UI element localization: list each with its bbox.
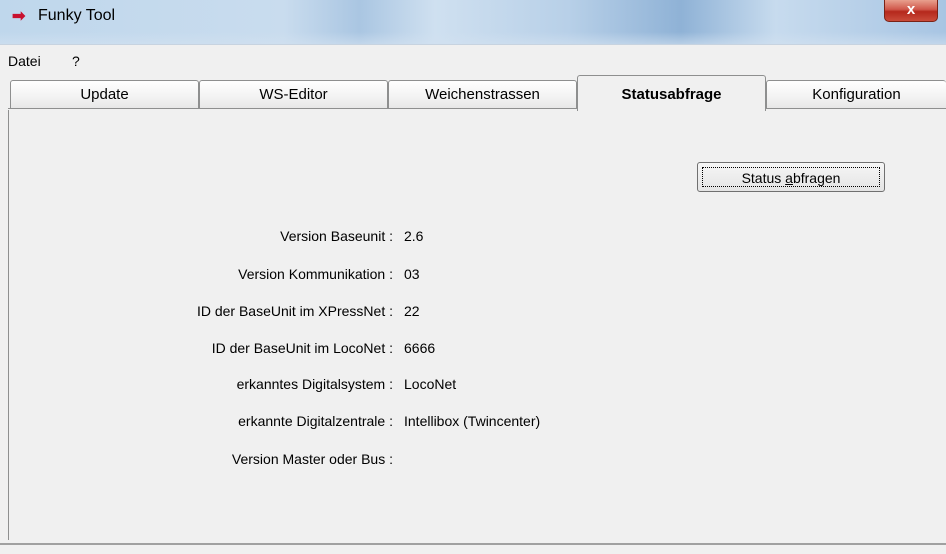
window-title: Funky Tool bbox=[38, 7, 116, 24]
value-version-kommunikation: 03 bbox=[404, 266, 420, 282]
row-version-master: Version Master oder Bus : bbox=[0, 451, 946, 471]
menu-help[interactable]: ? bbox=[72, 53, 80, 69]
row-version-baseunit: Version Baseunit : 2.6 bbox=[0, 228, 946, 248]
label-version-baseunit: Version Baseunit : bbox=[280, 228, 393, 244]
tab-strip: Update WS-Editor Weichenstrassen Statusa… bbox=[0, 72, 946, 112]
button-label-suffix: bfragen bbox=[792, 170, 841, 186]
menu-bar: Datei ? bbox=[0, 44, 946, 73]
row-id-xpressnet: ID der BaseUnit im XPressNet : 22 bbox=[0, 303, 946, 323]
button-label-accel: a bbox=[785, 170, 793, 186]
value-id-loconet: 6666 bbox=[404, 340, 436, 356]
tab-konfiguration[interactable]: Konfiguration bbox=[766, 80, 946, 109]
value-version-baseunit: 2.6 bbox=[404, 228, 424, 244]
button-label-prefix: Status bbox=[741, 170, 786, 186]
tab-weichenstrassen[interactable]: Weichenstrassen bbox=[388, 80, 577, 109]
label-version-kommunikation: Version Kommunikation : bbox=[238, 266, 393, 282]
label-digitalzentrale: erkannte Digitalzentrale : bbox=[238, 413, 393, 429]
value-id-xpressnet: 22 bbox=[404, 303, 420, 319]
row-version-kommunikation: Version Kommunikation : 03 bbox=[0, 266, 946, 286]
focus-rect: Status abfragen bbox=[702, 167, 880, 187]
menu-datei[interactable]: Datei bbox=[8, 53, 41, 69]
tab-update[interactable]: Update bbox=[10, 80, 199, 109]
label-id-xpressnet: ID der BaseUnit im XPressNet : bbox=[196, 303, 393, 319]
tab-divider bbox=[8, 108, 946, 109]
row-digitalsystem: erkanntes Digitalsystem : LocoNet bbox=[0, 376, 946, 396]
label-id-loconet: ID der BaseUnit im LocoNet : bbox=[211, 340, 393, 356]
value-digitalsystem: LocoNet bbox=[404, 376, 457, 392]
tab-statusabfrage[interactable]: Statusabfrage bbox=[577, 75, 766, 111]
close-button[interactable]: x bbox=[884, 0, 938, 22]
status-abfragen-button[interactable]: Status abfragen bbox=[697, 162, 885, 192]
window-bottom bbox=[0, 545, 946, 554]
row-digitalzentrale: erkannte Digitalzentrale : Intellibox (T… bbox=[0, 413, 946, 433]
label-digitalsystem: erkanntes Digitalsystem : bbox=[236, 376, 393, 392]
row-id-loconet: ID der BaseUnit im LocoNet : 6666 bbox=[0, 340, 946, 360]
value-digitalzentrale: Intellibox (Twincenter) bbox=[404, 413, 541, 429]
label-version-master: Version Master oder Bus : bbox=[231, 451, 393, 467]
window-left-edge bbox=[0, 110, 8, 554]
title-bar: ➡ Funky Tool x bbox=[0, 0, 946, 44]
app-window: ➡ Funky Tool x Datei ? Update WS-Editor … bbox=[0, 0, 946, 554]
tab-ws-editor[interactable]: WS-Editor bbox=[199, 80, 388, 109]
arrow-icon: ➡ bbox=[12, 8, 26, 25]
